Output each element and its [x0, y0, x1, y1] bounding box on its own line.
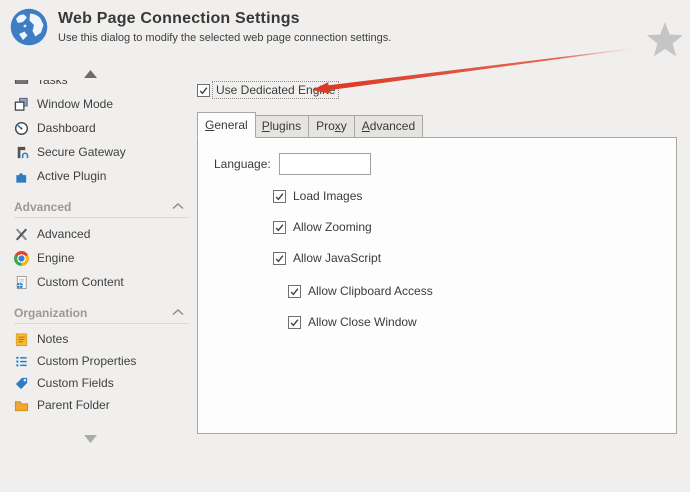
sidebar-item-label: Secure Gateway — [37, 145, 126, 159]
sidebar-section-label: Advanced — [14, 200, 71, 214]
dashboard-icon — [14, 121, 29, 136]
scroll-down-icon[interactable] — [84, 435, 97, 443]
allow-javascript-checkbox[interactable] — [273, 252, 286, 265]
sidebar-item-parent-folder[interactable]: Parent Folder — [0, 394, 197, 416]
web-page-connection-settings-dialog: Web Page Connection Settings Use this di… — [0, 0, 690, 492]
sidebar-section-advanced[interactable]: Advanced — [14, 197, 189, 218]
option-row-allow-close-window: Allow Close Window — [288, 315, 417, 329]
option-label: Allow JavaScript — [293, 251, 381, 265]
language-label: Language: — [214, 157, 271, 171]
use-dedicated-engine-row: Use Dedicated Engine — [197, 82, 338, 98]
sidebar-item-label: Parent Folder — [37, 398, 110, 412]
sidebar-item-label: Custom Content — [37, 275, 124, 289]
sidebar-item-custom-properties[interactable]: Custom Properties — [0, 350, 197, 372]
load-images-checkbox[interactable] — [273, 190, 286, 203]
language-input[interactable] — [279, 153, 371, 175]
tab-proxy[interactable]: Proxy — [309, 115, 355, 138]
sidebar-item-cutoff: Tasks — [0, 80, 197, 92]
allow-clipboard-access-checkbox[interactable] — [288, 285, 301, 298]
custom-properties-icon — [14, 354, 29, 369]
engine-icon — [14, 251, 29, 266]
sidebar-section-organization[interactable]: Organization — [14, 303, 189, 324]
sidebar-item-label: Tasks — [37, 80, 68, 87]
secure-gateway-icon — [14, 145, 29, 160]
tasks-icon — [14, 80, 29, 88]
active-plugin-icon — [14, 169, 29, 184]
option-row-allow-clipboard-access: Allow Clipboard Access — [288, 284, 433, 298]
sidebar-item-active-plugin[interactable]: Active Plugin — [0, 164, 197, 188]
sidebar-item-secure-gateway[interactable]: Secure Gateway — [0, 140, 197, 164]
parent-folder-icon — [14, 398, 29, 413]
notes-icon — [14, 332, 29, 347]
use-dedicated-engine-label[interactable]: Use Dedicated Engine — [213, 82, 338, 98]
sidebar-item-list: Tasks Window Mode Dashboard Secure Gateway A… — [0, 80, 197, 416]
option-row-allow-zooming: Allow Zooming — [273, 220, 372, 234]
sidebar-section-label: Organization — [14, 306, 87, 320]
language-row: Language: — [214, 153, 371, 175]
sidebar-item-label: Custom Properties — [37, 354, 136, 368]
use-dedicated-engine-checkbox[interactable] — [197, 84, 210, 97]
option-label: Allow Zooming — [293, 220, 372, 234]
option-row-allow-javascript: Allow JavaScript — [273, 251, 381, 265]
sidebar-item-label: Window Mode — [37, 97, 113, 111]
sidebar-item-custom-fields[interactable]: Custom Fields — [0, 372, 197, 394]
sidebar-item-engine[interactable]: Engine — [0, 246, 197, 270]
chevron-up-icon — [171, 306, 185, 321]
sidebar-item-advanced[interactable]: Advanced — [0, 222, 197, 246]
main-content: Use Dedicated Engine GeneralPluginsProxy… — [197, 0, 679, 492]
sidebar-item-label: Custom Fields — [37, 376, 114, 390]
sidebar-item-dashboard[interactable]: Dashboard — [0, 116, 197, 140]
tab-strip: GeneralPluginsProxyAdvanced — [197, 112, 423, 138]
general-tab-panel: Language: Load Images Allow Zooming Allow … — [197, 137, 677, 434]
custom-fields-icon — [14, 376, 29, 391]
option-row-load-images: Load Images — [273, 189, 362, 203]
option-label: Allow Clipboard Access — [308, 284, 433, 298]
sidebar-item-label: Active Plugin — [37, 169, 106, 183]
sidebar-item-window-mode[interactable]: Window Mode — [0, 92, 197, 116]
sidebar-item-notes[interactable]: Notes — [0, 328, 197, 350]
option-label: Load Images — [293, 189, 362, 203]
sidebar-item-label: Engine — [37, 251, 74, 265]
sidebar-item-tasks[interactable]: Tasks — [0, 80, 197, 92]
tab-advanced[interactable]: Advanced — [355, 115, 423, 138]
scroll-up-icon[interactable] — [84, 70, 97, 78]
allow-zooming-checkbox[interactable] — [273, 221, 286, 234]
sidebar: Tasks Window Mode Dashboard Secure Gateway A… — [0, 64, 197, 492]
sidebar-item-label: Notes — [37, 332, 68, 346]
option-label: Allow Close Window — [308, 315, 417, 329]
sidebar-item-label: Advanced — [37, 227, 90, 241]
window-mode-icon — [14, 97, 29, 112]
tab-plugins[interactable]: Plugins — [255, 115, 309, 138]
custom-content-icon — [14, 275, 29, 290]
sidebar-item-custom-content[interactable]: Custom Content — [0, 270, 197, 294]
sidebar-item-label: Dashboard — [37, 121, 96, 135]
chevron-up-icon — [171, 200, 185, 215]
globe-icon — [10, 8, 48, 46]
advanced-tools-icon — [14, 227, 29, 242]
tab-general[interactable]: General — [197, 112, 256, 138]
allow-close-window-checkbox[interactable] — [288, 316, 301, 329]
